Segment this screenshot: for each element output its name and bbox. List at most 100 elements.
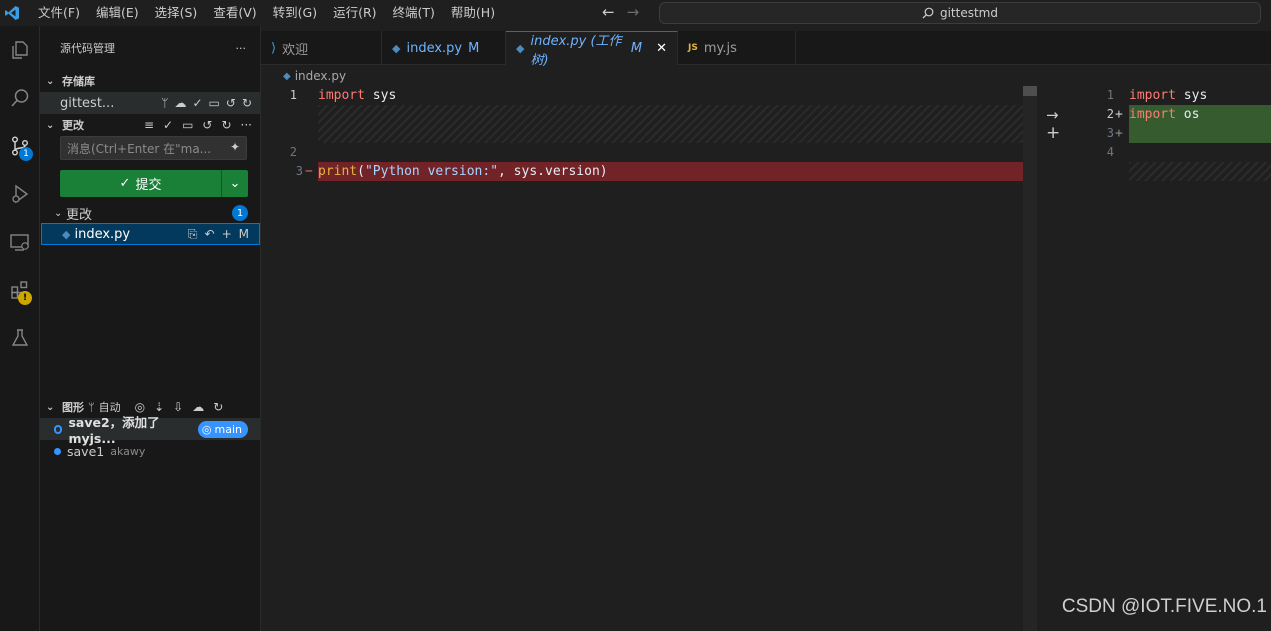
added-marker: + — [1115, 126, 1123, 141]
commit-message: save1 — [67, 443, 105, 459]
open-file-icon[interactable]: ⎘ — [188, 227, 198, 242]
commit-node-icon — [54, 424, 63, 434]
changes-section-header[interactable]: ⌄ 更改 ≡ ✓ ▭ ↺ ↻ ··· — [40, 114, 260, 136]
push-cloud-icon[interactable]: ☁ — [192, 400, 204, 414]
changes-group-header[interactable]: ⌄ 更改 1 — [40, 202, 260, 224]
command-center-search[interactable]: gittestmd — [659, 2, 1261, 24]
menu-run[interactable]: 运行(R) — [325, 0, 384, 26]
search-icon — [922, 7, 934, 19]
branch-icon[interactable]: ᛘ — [161, 96, 168, 110]
list-view-icon[interactable]: ≡ — [144, 118, 154, 132]
vscode-logo-icon — [0, 0, 24, 26]
branch-badge: ◎ main — [197, 420, 248, 438]
close-icon[interactable]: ✕ — [656, 41, 667, 56]
line-number: 1 — [1106, 88, 1114, 102]
remote-explorer-icon[interactable] — [0, 218, 40, 266]
line-number: 2 — [1106, 107, 1114, 121]
menu-view[interactable]: 查看(V) — [205, 0, 264, 26]
commit-check-icon[interactable]: ✓ — [163, 118, 173, 132]
commit-message-input[interactable]: 消息(Ctrl+Enter 在"ma... ✦ — [60, 136, 247, 160]
tab-label: index.py (工作树) — [530, 33, 622, 68]
removed-line: print("Python version:", sys.version) — [318, 162, 1023, 181]
repository-row[interactable]: gittest... ᛘ ☁ ✓ ▭ ↺ ↻ — [40, 92, 260, 114]
more-actions-icon[interactable]: ··· — [241, 118, 252, 132]
branch-name: main — [214, 422, 242, 436]
more-actions-icon[interactable]: ··· — [236, 42, 247, 55]
comment-icon[interactable]: ▭ — [182, 118, 193, 132]
refresh-icon[interactable]: ↻ — [242, 96, 252, 110]
commit-dropdown[interactable]: ⌄ — [222, 170, 248, 197]
tab-index-py-worktree[interactable]: ◆ index.py (工作树) M ✕ — [506, 31, 678, 68]
keyword: import — [1129, 88, 1176, 103]
run-debug-icon[interactable] — [0, 170, 40, 218]
identifier: os — [1175, 107, 1200, 122]
editor-tabs: ⟩ 欢迎 ◆ index.py M ◆ index.py (工作树) M ✕ J… — [261, 31, 1271, 68]
python-file-icon: ◆ — [392, 41, 401, 55]
watermark: CSDN @IOT.FIVE.NO.1 — [1061, 596, 1267, 617]
discard-changes-icon[interactable]: ↶ — [205, 227, 215, 242]
back-arrow-icon[interactable]: ← — [602, 3, 615, 21]
commit-check-icon[interactable]: ✓ — [192, 96, 202, 110]
history-icon[interactable]: ↺ — [202, 118, 212, 132]
stage-changes-icon[interactable]: + — [222, 227, 232, 242]
tab-welcome[interactable]: ⟩ 欢迎 — [261, 31, 382, 65]
refresh-icon[interactable]: ↻ — [213, 400, 223, 414]
menu-selection[interactable]: 选择(S) — [147, 0, 206, 26]
removed-marker: − — [305, 164, 313, 179]
commit-button[interactable]: ✓ 提交 ⌄ — [60, 170, 248, 197]
menu-edit[interactable]: 编辑(E) — [88, 0, 147, 26]
tab-modified: M — [468, 40, 480, 56]
source-control-icon[interactable]: 1 — [0, 122, 40, 170]
diff-original-editor[interactable]: 1 import sys 2 print("Python version:", … — [261, 86, 1037, 631]
extensions-icon[interactable]: ! — [0, 266, 40, 314]
chevron-down-icon: ⌄ — [46, 119, 55, 131]
chevron-down-icon: ⌄ — [54, 207, 63, 219]
string-literal: "Python version:" — [364, 164, 499, 179]
diff-filler — [318, 105, 1023, 143]
sidebar-title: 源代码管理 — [60, 42, 115, 55]
vertical-scrollbar[interactable] — [1023, 86, 1037, 631]
code-line: 2 + import os — [1072, 105, 1271, 124]
sparkle-icon[interactable]: ✦ — [230, 140, 240, 154]
testing-flask-icon[interactable] — [0, 314, 40, 362]
add-icon[interactable]: + — [1046, 123, 1060, 143]
commit-message-placeholder: 消息(Ctrl+Enter 在"ma... — [67, 141, 212, 156]
target-icon: ◎ — [201, 422, 212, 436]
search-activity-icon[interactable] — [0, 74, 40, 122]
python-file-icon: ◆ — [283, 70, 291, 82]
scm-badge: 1 — [19, 147, 33, 161]
breadcrumb[interactable]: ◆ index.py — [261, 66, 1271, 86]
history-icon[interactable]: ↺ — [226, 96, 236, 110]
code-line: 3 + — [1072, 124, 1271, 143]
cloud-sync-icon[interactable]: ☁ — [174, 96, 186, 110]
line-number: 3 — [295, 164, 303, 178]
file-status: M — [238, 226, 249, 241]
comment-icon[interactable]: ▭ — [209, 96, 220, 110]
tab-index-py[interactable]: ◆ index.py M — [382, 31, 506, 65]
explorer-icon[interactable] — [0, 26, 40, 74]
tab-label: 欢迎 — [282, 42, 309, 58]
menu-help[interactable]: 帮助(H) — [443, 0, 503, 26]
commit-main[interactable]: ✓ 提交 — [60, 170, 222, 197]
menu-go[interactable]: 转到(G) — [265, 0, 325, 26]
changed-file-row[interactable]: ◆ index.py ⎘ ↶ + M — [41, 223, 260, 245]
activity-bar: 1 ! — [0, 26, 40, 631]
refresh-icon[interactable]: ↻ — [221, 118, 231, 132]
tab-label: index.py — [406, 40, 463, 56]
repositories-section-header[interactable]: ⌄ 存储库 — [40, 70, 260, 92]
menu-file[interactable]: 文件(F) — [30, 0, 88, 26]
graph-commit-row[interactable]: save1 akawy — [40, 440, 260, 462]
forward-arrow-icon[interactable]: → — [627, 3, 640, 21]
tab-my-js[interactable]: JS my.js — [678, 31, 796, 65]
breadcrumb-file[interactable]: index.py — [295, 69, 346, 83]
changes-section-label: 更改 — [62, 119, 84, 132]
line-gutter: 3 − — [261, 162, 318, 181]
menu-terminal[interactable]: 终端(T) — [385, 0, 443, 26]
title-bar: 文件(F) 编辑(E) 选择(S) 查看(V) 转到(G) 运行(R) 终端(T… — [0, 0, 1271, 26]
graph-commit-row[interactable]: save2，添加了myjs... ◎ main — [40, 415, 260, 446]
nav-arrows: ← → — [602, 3, 639, 21]
code-line: 4 — [1072, 143, 1271, 162]
scrollbar-thumb[interactable] — [1023, 86, 1037, 96]
revert-arrow-icon[interactable]: → — [1046, 106, 1059, 124]
diff-modified-editor[interactable]: 1 import sys 2 + import os 3 + 4 — [1072, 86, 1271, 631]
